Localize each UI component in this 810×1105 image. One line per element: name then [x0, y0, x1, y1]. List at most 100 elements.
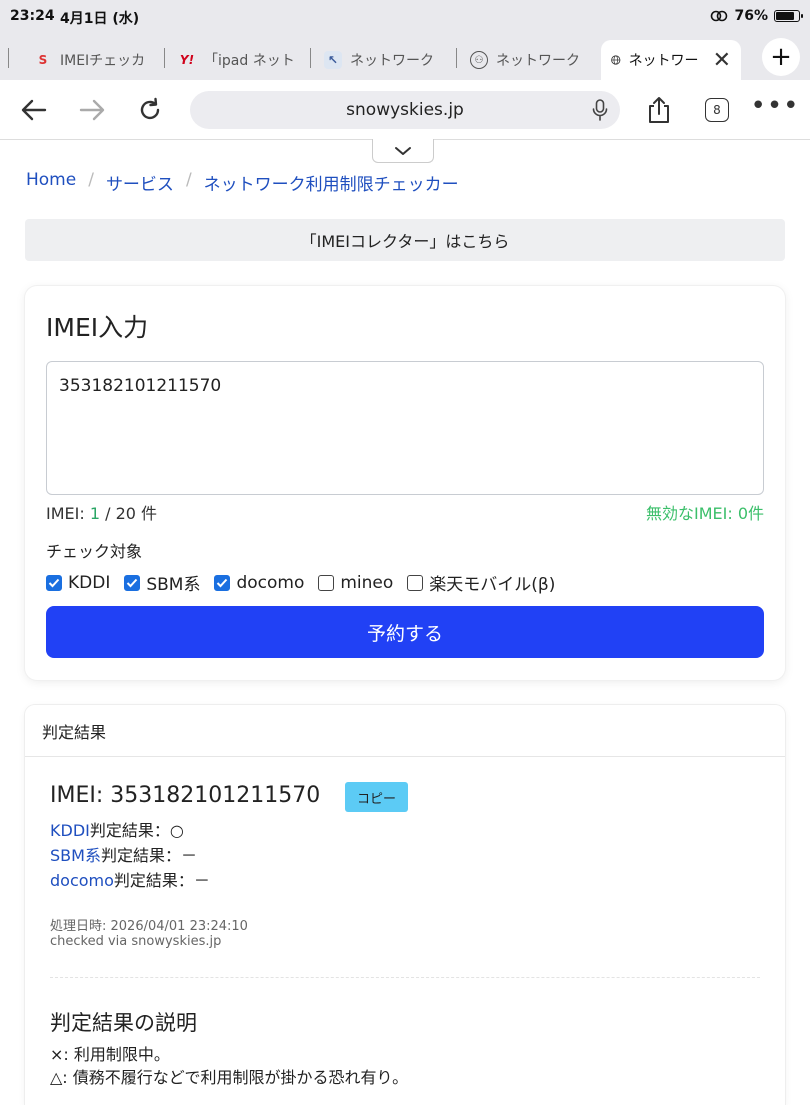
checkbox-label: SBM系 — [146, 575, 201, 595]
carrier-checkboxes: KDDI SBM系 docomo mineo 楽天モバイル(β) — [46, 570, 555, 595]
checkbox-sbm[interactable]: SBM系 — [124, 570, 200, 595]
url-text: snowyskies.jp — [346, 100, 464, 120]
breadcrumb-services-link[interactable]: サービス — [106, 170, 174, 195]
copy-button[interactable]: コピー — [345, 782, 408, 812]
tab-separator — [310, 48, 311, 68]
address-bar[interactable]: snowyskies.jp — [190, 91, 620, 129]
microphone-icon[interactable] — [592, 99, 608, 121]
chevron-down-icon — [395, 146, 411, 155]
forward-button[interactable] — [76, 94, 108, 126]
explanation-line: △: 債務不履行などで利用制限が掛かる恐れ有り。 — [50, 1068, 409, 1087]
result-line-docomo: docomo判定結果：－ — [50, 867, 210, 891]
checkbox-unchecked-icon — [318, 574, 335, 591]
result-card: 判定結果 IMEI: 353182101211570 コピー KDDI判定結果：… — [25, 705, 785, 1105]
toolbar-pull-tab[interactable] — [372, 139, 434, 163]
checkbox-label: KDDI — [68, 572, 111, 593]
breadcrumb-current[interactable]: ネットワーク利用制限チェッカー — [204, 170, 459, 195]
yahoo-favicon-icon: Y! — [179, 53, 195, 67]
status-bar: 23:24 4月1日 (水) 76% — [0, 0, 810, 34]
breadcrumb: Home / サービス / ネットワーク利用制限チェッカー — [26, 170, 459, 195]
result-text: 判定結果：－ — [113, 871, 210, 890]
reload-icon — [140, 97, 160, 120]
tab-network-active[interactable]: ネットワー ✕ — [601, 40, 741, 80]
back-button[interactable] — [18, 94, 50, 126]
tab-separator — [164, 48, 165, 68]
reserve-button[interactable]: 予約する — [46, 606, 764, 658]
battery-icon — [774, 10, 803, 22]
checkbox-mineo[interactable]: mineo — [318, 570, 393, 595]
result-imei: IMEI: 353182101211570 — [50, 783, 321, 808]
result-divider — [50, 977, 760, 978]
result-line-sbm: SBM系判定結果：－ — [50, 842, 197, 866]
close-tab-icon[interactable]: ✕ — [713, 48, 731, 73]
carrier-link[interactable]: SBM系 — [50, 846, 101, 865]
tab-overview-button[interactable]: 8 — [701, 94, 733, 126]
browser-toolbar: snowyskies.jp 8 ••• — [0, 80, 810, 140]
page-favicon-icon: ⚇ — [470, 51, 488, 69]
tab-bar: S IMEIチェッカ Y! 「ipad ネット ↖ ネットワーク ⚇ ネットワー… — [0, 34, 810, 80]
breadcrumb-separator: / — [185, 170, 192, 190]
checkbox-label: 楽天モバイル(β) — [429, 575, 556, 595]
imei-count-number: 1 — [89, 504, 101, 523]
imei-count-suffix: / 20 件 — [100, 504, 158, 523]
tab-count: 8 — [705, 98, 729, 122]
result-header: 判定結果 — [25, 705, 785, 757]
arrow-right-icon — [79, 99, 105, 121]
result-text: 判定結果：－ — [100, 846, 197, 865]
checkbox-docomo[interactable]: docomo — [214, 570, 304, 595]
checkbox-label: docomo — [236, 572, 305, 593]
arrow-left-icon — [21, 99, 47, 121]
checkbox-rakuten[interactable]: 楽天モバイル(β) — [407, 570, 555, 595]
share-button[interactable] — [643, 94, 675, 126]
reload-button[interactable] — [134, 94, 166, 126]
explanation-line: ×: 利用制限中。 — [50, 1045, 170, 1064]
tab-label: 「ipad ネット — [204, 53, 295, 69]
tab-yahoo-search[interactable]: Y! 「ipad ネット — [178, 40, 300, 80]
plus-icon: + — [770, 42, 792, 72]
tab-label: IMEIチェッカ — [60, 53, 146, 69]
more-menu-button[interactable]: ••• — [751, 90, 799, 122]
invalid-imei-count: 無効なIMEI: 0件 — [645, 504, 764, 523]
imei-collector-link[interactable]: 「IMEIコレクター」はこちら — [25, 219, 785, 261]
status-time: 23:24 — [10, 8, 55, 24]
imei-textarea[interactable]: 353182101211570 — [46, 361, 764, 495]
imei-count: IMEI: 1 / 20 件 — [46, 500, 157, 524]
status-date: 4月1日 (水) — [60, 11, 140, 27]
breadcrumb-separator: / — [88, 170, 94, 190]
explanation-title: 判定結果の説明 — [50, 1011, 197, 1035]
share-icon — [649, 97, 669, 123]
tab-separator — [456, 48, 457, 68]
new-tab-button[interactable]: + — [762, 38, 800, 76]
carrier-link[interactable]: docomo — [50, 871, 114, 890]
imei-count-prefix: IMEI: — [46, 504, 90, 523]
tab-imei-checker[interactable]: S IMEIチェッカ — [34, 40, 154, 80]
imei-input-title: IMEI入力 — [46, 313, 149, 342]
checkbox-kddi[interactable]: KDDI — [46, 570, 110, 595]
checkbox-checked-icon — [214, 574, 231, 591]
checkbox-label: mineo — [340, 572, 394, 593]
tab-label: ネットワーク — [350, 53, 434, 69]
status-right: 76% — [710, 8, 803, 24]
globe-icon — [611, 55, 621, 65]
imei-input-card: IMEI入力 353182101211570 IMEI: 1 / 20 件 無効… — [25, 286, 785, 680]
breadcrumb-home-link[interactable]: Home — [26, 170, 76, 195]
tab-network-1[interactable]: ↖ ネットワーク — [324, 40, 446, 80]
checked-via: checked via snowyskies.jp — [50, 934, 222, 949]
checkbox-checked-icon — [46, 574, 62, 591]
battery-percent: 76% — [734, 8, 768, 24]
checkbox-unchecked-icon — [407, 574, 424, 591]
tab-network-2[interactable]: ⚇ ネットワーク — [470, 40, 592, 80]
result-line-kddi: KDDI判定結果：○ — [50, 817, 184, 841]
link-icon — [711, 10, 728, 22]
processed-datetime: 処理日時: 2026/04/01 23:24:10 — [50, 919, 248, 934]
page-favicon-icon: ↖ — [324, 51, 342, 69]
tab-label: ネットワーク — [496, 53, 580, 69]
check-target-label: チェック対象 — [46, 542, 143, 561]
checkbox-checked-icon — [124, 574, 141, 591]
tab-separator — [8, 48, 9, 68]
snowyskies-favicon-icon: S — [38, 53, 48, 67]
carrier-link[interactable]: KDDI — [50, 821, 90, 840]
tab-label: ネットワー — [628, 53, 699, 69]
more-dots-icon: ••• — [750, 91, 800, 121]
result-text: 判定結果：○ — [89, 821, 184, 840]
